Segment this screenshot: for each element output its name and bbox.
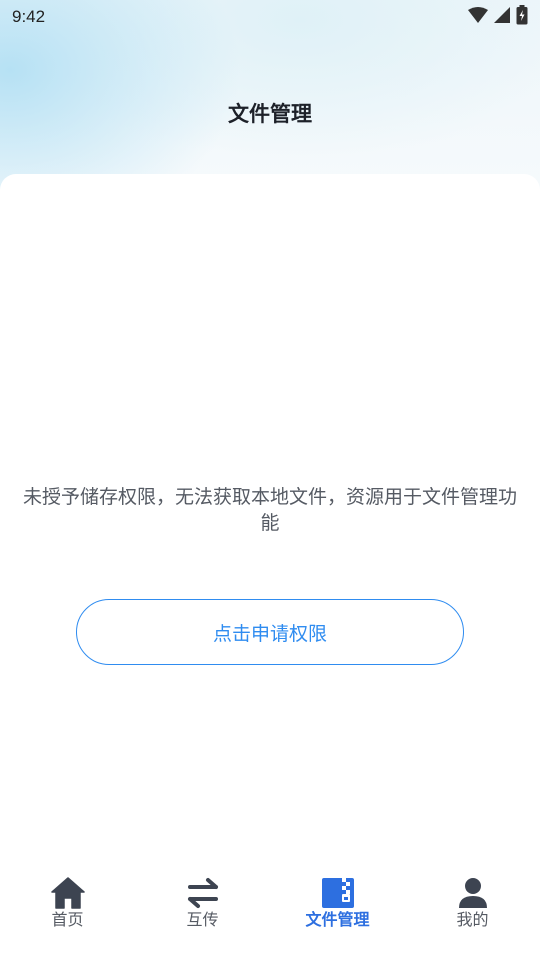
nav-item-mine[interactable]: 我的 — [405, 870, 540, 940]
home-icon — [50, 876, 86, 910]
nav-label-file-manager: 文件管理 — [305, 910, 370, 929]
transfer-icon — [185, 876, 221, 910]
nav-label-home: 首页 — [51, 910, 84, 929]
battery-icon — [516, 5, 528, 29]
nav-item-home[interactable]: 首页 — [0, 870, 135, 940]
nav-item-transfer[interactable]: 互传 — [135, 870, 270, 940]
status-time: 9:42 — [12, 7, 46, 26]
nav-label-transfer: 互传 — [186, 910, 219, 929]
cell-signal-icon — [494, 7, 510, 27]
nav-label-mine: 我的 — [456, 910, 489, 929]
permission-message: 未授予储存权限，无法获取本地文件，资源用于文件管理功能 — [22, 486, 517, 534]
page-title: 文件管理 — [228, 102, 312, 126]
nav-item-file-manager[interactable]: 文件管理 — [270, 870, 405, 940]
status-icons — [468, 5, 528, 29]
person-icon — [455, 876, 491, 910]
wifi-icon — [468, 7, 488, 27]
file-zip-icon — [320, 876, 356, 910]
status-bar: 9:42 — [0, 0, 540, 34]
request-permission-button[interactable]: 点击申请权限 — [76, 599, 464, 665]
bottom-nav: 首页 互传 文件管理 我的 — [0, 870, 540, 960]
